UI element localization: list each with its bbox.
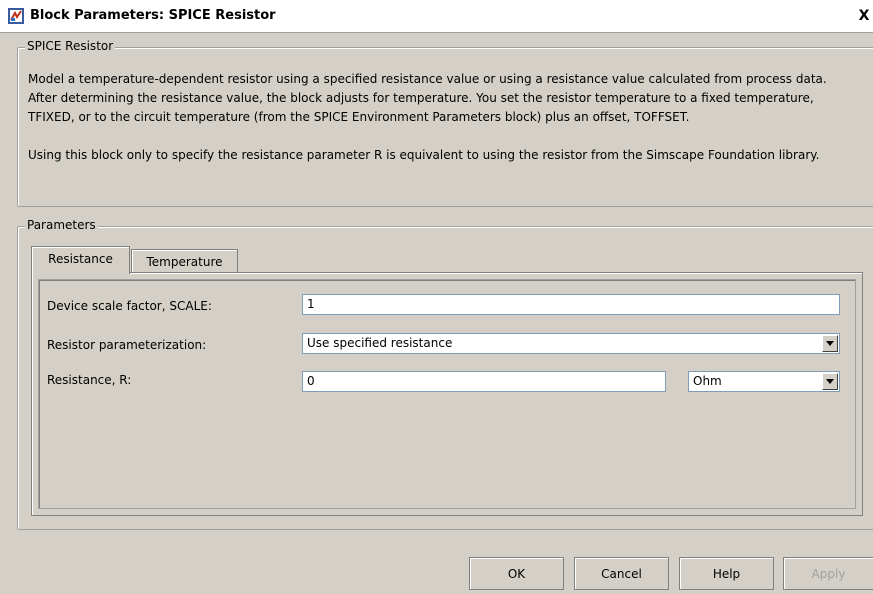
tab-resistance-label: Resistance xyxy=(48,252,113,266)
cancel-button[interactable]: Cancel xyxy=(574,557,669,590)
help-button[interactable]: Help xyxy=(679,557,774,590)
resistance-unit-select[interactable]: Ohm xyxy=(688,371,840,392)
chevron-down-icon[interactable] xyxy=(822,335,838,352)
description-paragraph-1: Model a temperature-dependent resistor u… xyxy=(28,72,827,124)
description-paragraph-2: Using this block only to specify the res… xyxy=(28,148,820,162)
window-title: Block Parameters: SPICE Resistor xyxy=(30,8,276,23)
resistance-input[interactable]: 0 xyxy=(302,371,666,392)
simulink-block-icon xyxy=(8,8,24,24)
title-bar: Block Parameters: SPICE Resistor X xyxy=(0,0,873,33)
resistance-label: Resistance, R: xyxy=(47,373,132,387)
scale-input[interactable]: 1 xyxy=(302,294,840,315)
parameters-legend: Parameters xyxy=(25,218,98,232)
parameterization-value: Use specified resistance xyxy=(307,336,453,350)
close-button[interactable]: X xyxy=(857,8,871,24)
tab-resistance[interactable]: Resistance xyxy=(31,246,130,274)
chevron-down-icon[interactable] xyxy=(822,373,838,390)
resistance-unit-value: Ohm xyxy=(693,374,722,388)
tab-temperature-label: Temperature xyxy=(146,255,223,269)
ok-button[interactable]: OK xyxy=(469,557,564,590)
description-legend: SPICE Resistor xyxy=(25,39,116,53)
parameterization-select[interactable]: Use specified resistance xyxy=(302,333,840,354)
tab-temperature[interactable]: Temperature xyxy=(131,249,238,274)
parameterization-label: Resistor parameterization: xyxy=(47,338,207,352)
apply-button[interactable]: Apply xyxy=(783,557,873,590)
scale-label: Device scale factor, SCALE: xyxy=(47,299,212,313)
